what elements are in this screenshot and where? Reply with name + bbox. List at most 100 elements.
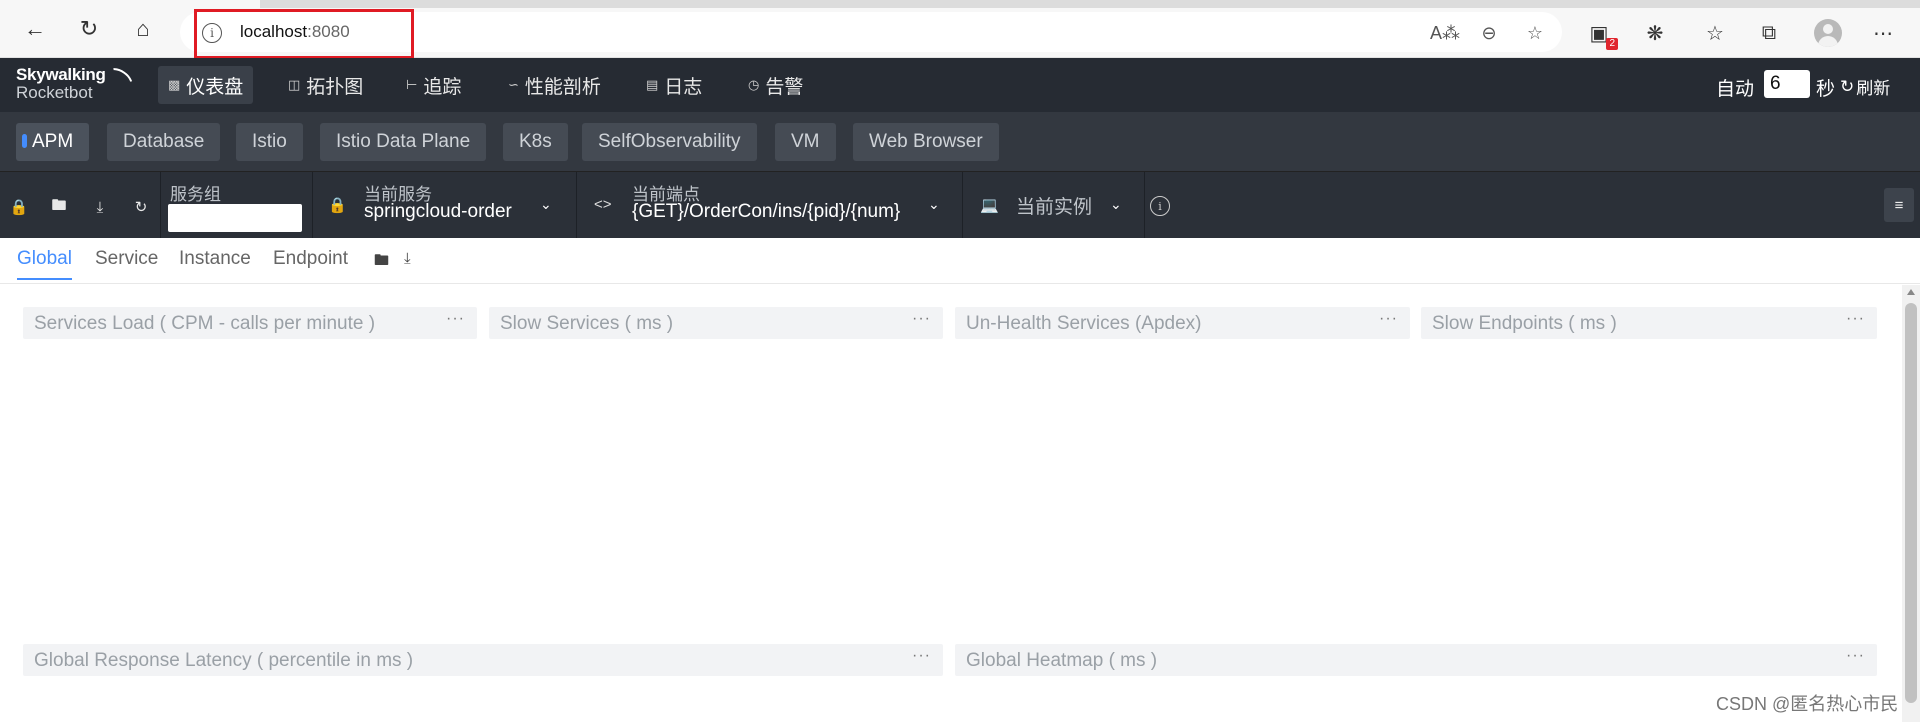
sync-icon[interactable]: ↻ [130, 196, 152, 218]
url-port: :8080 [307, 22, 350, 41]
more-icon[interactable]: ··· [912, 647, 931, 665]
layer-tab-istio-data-plane[interactable]: Istio Data Plane [320, 123, 487, 161]
site-info-icon[interactable]: i [202, 23, 222, 43]
home-icon[interactable]: ⌂ [128, 14, 158, 44]
more-icon[interactable]: ··· [1846, 647, 1865, 665]
folder-icon[interactable]: 🖿 [374, 250, 389, 275]
current-instance-select[interactable]: 当前实例 [1016, 192, 1092, 219]
scroll-up-icon[interactable] [1907, 289, 1915, 295]
nav-dashboard[interactable]: ▩ 仪表盘 [158, 66, 254, 104]
widget-global-response-latency: Global Response Latency ( percentile in … [23, 644, 943, 676]
chevron-down-icon[interactable]: ⌄ [540, 196, 552, 213]
tab-service[interactable]: Service [95, 248, 158, 278]
info-icon[interactable]: i [1150, 196, 1170, 216]
panel-toggle-icon[interactable]: ≡ [1884, 188, 1914, 222]
widget-title: Global Response Latency ( percentile in … [34, 650, 414, 671]
nav-label: 追踪 [423, 76, 462, 98]
nav-log[interactable]: ▤ 日志 [636, 66, 712, 104]
current-service-select[interactable]: springcloud-order [364, 201, 512, 223]
log-icon: ▤ [646, 77, 659, 92]
extensions-puzzle-icon[interactable]: ❋ [1640, 18, 1670, 48]
dashboard-icon: ▩ [168, 77, 181, 92]
dashboard-canvas: Services Load ( CPM - calls per minute )… [0, 285, 1900, 722]
top-navigation: Skywalking Rocketbot ▩ 仪表盘 ◫ 拓扑图 ⊢ 追踪 ∽ 性能剖析… [0, 58, 1920, 112]
more-icon[interactable]: ··· [446, 310, 465, 328]
favorite-add-icon[interactable]: ☆ [1522, 20, 1548, 46]
widget-services-load: Services Load ( CPM - calls per minute )… [23, 307, 477, 339]
divider [312, 172, 313, 238]
nav-trace[interactable]: ⊢ 追踪 [396, 66, 471, 104]
layer-tab-database[interactable]: Database [107, 123, 221, 161]
layer-tab-vm[interactable]: VM [775, 123, 836, 161]
widget-title: Services Load ( CPM - calls per minute ) [34, 313, 376, 334]
widget-global-heatmap: Global Heatmap ( ms ) ··· [955, 644, 1877, 676]
nav-alarm[interactable]: ◷ 告警 [738, 66, 813, 104]
alarm-icon: ◷ [748, 77, 760, 92]
more-icon[interactable]: ··· [1846, 310, 1865, 328]
service-icon: 🔒 [328, 197, 347, 214]
nav-topology[interactable]: ◫ 拓扑图 [278, 66, 373, 104]
more-icon[interactable]: ··· [912, 310, 931, 328]
topology-icon: ◫ [288, 77, 301, 92]
more-menu-icon[interactable]: ⋯ [1868, 18, 1898, 48]
layer-label: Istio Data Plane [336, 131, 471, 152]
layer-label: K8s [519, 131, 552, 152]
more-icon[interactable]: ··· [1379, 310, 1398, 328]
profile-avatar[interactable] [1814, 19, 1842, 47]
service-group-input[interactable] [168, 204, 302, 232]
dashboard-tabs: Global Service Instance Endpoint 🖿 ⤓ [0, 238, 1920, 284]
seconds-label: 秒 [1816, 79, 1836, 100]
download-icon[interactable]: ⤓ [404, 250, 411, 267]
tab-instance[interactable]: Instance [179, 248, 251, 278]
layer-label: APM [32, 131, 74, 152]
reload-icon[interactable]: ↻ [74, 14, 104, 44]
read-aloud-icon[interactable]: A⁂ [1430, 20, 1460, 46]
divider [962, 172, 963, 238]
layer-label: VM [791, 131, 820, 152]
zoom-out-icon[interactable]: ⊖ [1476, 20, 1502, 46]
url-text[interactable]: localhost:8080 [240, 22, 350, 42]
csdn-watermark: CSDN @匿名热心市民 [1716, 694, 1899, 714]
layer-tab-apm[interactable]: APM [16, 123, 90, 161]
nav-label: 仪表盘 [186, 76, 244, 98]
trace-icon: ⊢ [406, 77, 418, 92]
nav-label: 性能剖析 [524, 76, 601, 98]
refresh-label: 刷新 [1856, 79, 1891, 98]
auto-refresh-interval-input[interactable] [1764, 70, 1810, 98]
layer-tab-web-browser[interactable]: Web Browser [853, 123, 999, 161]
nav-label: 日志 [664, 76, 703, 98]
layer-label: Istio [252, 131, 287, 152]
layer-label: Database [123, 131, 205, 152]
layer-tabs: APM Database Istio Istio Data Plane K8s … [0, 112, 1920, 172]
layer-tab-selfobservability[interactable]: SelfObservability [582, 123, 757, 161]
vertical-scrollbar[interactable] [1902, 285, 1920, 722]
current-endpoint-select[interactable]: {GET}/OrderCon/ins/{pid}/{num} [632, 201, 900, 223]
favorites-icon[interactable]: ☆ [1700, 18, 1730, 48]
url-host: localhost [240, 22, 308, 41]
refresh-button[interactable]: ↻ 刷新 [1840, 74, 1890, 99]
collections-icon[interactable]: ⧉ [1754, 18, 1784, 48]
folder-icon[interactable]: 🖿 [48, 196, 70, 218]
lock-icon[interactable]: 🔒 [8, 196, 30, 218]
selector-bar: 🔒 🖿 ⤓ ↻ 服务组 🔒 当前服务 springcloud-order ⌄ <… [0, 172, 1920, 238]
widget-title: Slow Services ( ms ) [500, 313, 674, 334]
download-icon[interactable]: ⤓ [89, 196, 111, 218]
refresh-icon: ↻ [1840, 76, 1855, 96]
widget-slow-services: Slow Services ( ms ) ··· [489, 307, 943, 339]
scroll-thumb[interactable] [1905, 303, 1917, 703]
profile-icon: ∽ [508, 77, 519, 92]
tab-global[interactable]: Global [17, 248, 72, 280]
tab-endpoint[interactable]: Endpoint [273, 248, 348, 278]
skywalking-logo: Skywalking Rocketbot [16, 63, 138, 106]
chevron-down-icon[interactable]: ⌄ [928, 196, 940, 213]
layer-label: SelfObservability [598, 131, 741, 152]
extension-icon[interactable]: ▣ 2 [1584, 18, 1618, 50]
widget-title: Un-Health Services (Apdex) [966, 313, 1202, 334]
chevron-down-icon[interactable]: ⌄ [1110, 196, 1122, 213]
nav-profile[interactable]: ∽ 性能剖析 [498, 66, 611, 104]
layer-tab-k8s[interactable]: K8s [503, 123, 568, 161]
divider [1144, 172, 1145, 238]
back-icon[interactable]: ← [20, 14, 50, 44]
layer-tab-istio[interactable]: Istio [236, 123, 303, 161]
widget-unhealth-services: Un-Health Services (Apdex) ··· [955, 307, 1410, 339]
